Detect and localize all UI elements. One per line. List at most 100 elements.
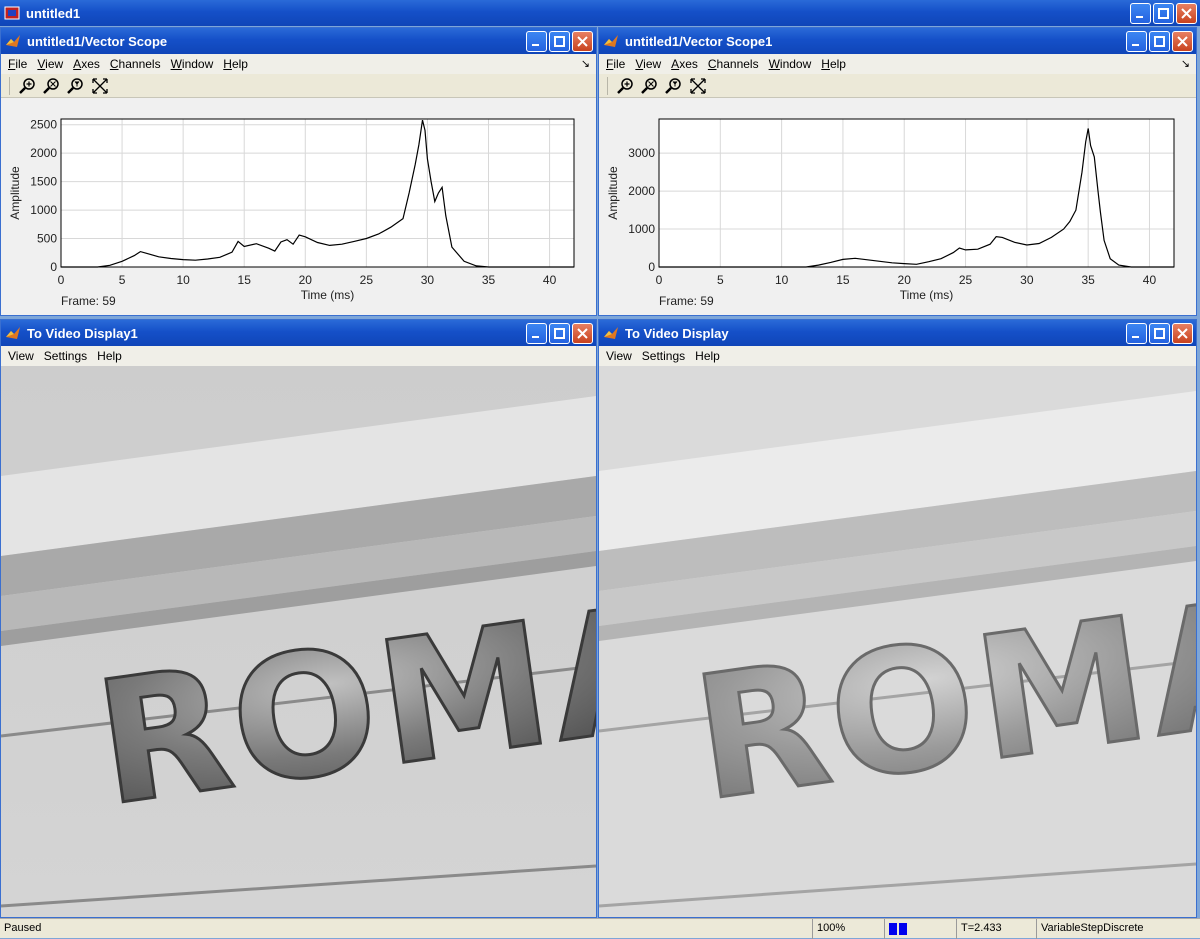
zoom-y-icon (665, 77, 681, 94)
menu-view[interactable]: View (630, 57, 666, 71)
status-progress (884, 919, 956, 939)
matlab-icon (604, 327, 618, 339)
status-state: Paused (4, 922, 42, 934)
menu-window[interactable]: Window (166, 57, 219, 71)
x-tick-label: 15 (238, 273, 252, 287)
menu-channels[interactable]: Channels (105, 57, 166, 71)
scope-2-minimize-button[interactable] (1126, 30, 1147, 52)
app-title: untitled1 (26, 5, 81, 21)
video-2-close-button[interactable] (1172, 322, 1193, 344)
scope-1-toolbar (1, 74, 596, 98)
x-tick-label: 25 (360, 273, 374, 287)
scope-2-title-bar: untitled1/Vector Scope1 (599, 28, 1196, 54)
menu-window[interactable]: Window (764, 57, 817, 71)
scope-1-title-bar: untitled1/Vector Scope (1, 28, 596, 54)
zoom-x-icon (641, 77, 657, 94)
scope-2-close-button[interactable] (1172, 30, 1193, 52)
menu-file[interactable]: File (601, 57, 630, 71)
plot-background (658, 118, 1175, 268)
scope-1-chart[interactable]: 0 5 10 15 20 25 30 35 40 0 500 1000 1500 2000 2500 Time… (1, 98, 596, 316)
menu-settings[interactable]: Settings (637, 349, 690, 363)
video-1-maximize-button[interactable] (549, 322, 570, 344)
menu-help[interactable]: Help (690, 349, 725, 363)
zoom-in-icon (19, 77, 35, 94)
close-icon (1181, 7, 1192, 19)
menu-file[interactable]: File (3, 57, 32, 71)
maximize-icon (1154, 35, 1165, 47)
scope-2-maximize-button[interactable] (1149, 30, 1170, 52)
status-zoom: 100% (812, 919, 884, 939)
x-tick-label: 15 (836, 273, 850, 287)
app-close-button[interactable] (1176, 2, 1197, 24)
scope-1-close-button[interactable] (572, 30, 593, 52)
menu-axes[interactable]: Axes (68, 57, 105, 71)
close-icon (1177, 35, 1188, 47)
video-2-menubar: View Settings Help (599, 346, 1196, 366)
x-tick-label: 35 (482, 273, 496, 287)
y-axis-label: Amplitude (8, 166, 22, 220)
scope-1-frame-label: Frame: 59 (61, 294, 116, 308)
zoom-x-button[interactable] (640, 76, 660, 96)
app-minimize-button[interactable] (1130, 2, 1151, 24)
app-title-bar: untitled1 (0, 0, 1200, 26)
zoom-in-button[interactable] (616, 76, 636, 96)
app-maximize-button[interactable] (1153, 2, 1174, 24)
menu-view[interactable]: View (32, 57, 68, 71)
scope-2-plot-area: 0 5 10 15 20 25 30 35 40 0 1000 2000 3000 Time (ms) Am… (599, 98, 1196, 316)
zoom-in-button[interactable] (18, 76, 38, 96)
y-tick-label: 3000 (628, 146, 655, 160)
y-tick-label: 1000 (628, 222, 655, 236)
menu-view[interactable]: View (3, 349, 39, 363)
x-tick-label: 20 (299, 273, 313, 287)
x-axis-label: Time (ms) (900, 288, 954, 302)
x-tick-label: 5 (119, 273, 126, 287)
video-1-minimize-button[interactable] (526, 322, 547, 344)
menu-view[interactable]: View (601, 349, 637, 363)
y-tick-label: 2000 (30, 146, 57, 160)
menu-channels[interactable]: Channels (703, 57, 764, 71)
close-icon (1177, 327, 1188, 339)
maximize-icon (554, 327, 565, 339)
matlab-icon (604, 35, 618, 47)
autoscale-icon (92, 77, 108, 94)
zoom-y-button[interactable] (66, 76, 86, 96)
zoom-y-button[interactable] (664, 76, 684, 96)
y-tick-label: 0 (50, 260, 57, 274)
scope-1-menubar: File View Axes Channels Window Help ↘ (1, 54, 596, 74)
menu-help[interactable]: Help (218, 57, 253, 71)
x-tick-label: 35 (1081, 273, 1095, 287)
video-1-close-button[interactable] (572, 322, 593, 344)
menubar-dock-arrow-icon[interactable]: ↘ (581, 57, 590, 70)
close-icon (577, 35, 588, 47)
scope-window-1: untitled1/Vector Scope File View Axes Ch… (0, 27, 597, 316)
menubar-dock-arrow-icon[interactable]: ↘ (1181, 57, 1190, 70)
video-1-image: ROMA (1, 366, 596, 917)
menu-help[interactable]: Help (816, 57, 851, 71)
scope-2-frame-label: Frame: 59 (659, 294, 714, 308)
status-time: T=2.433 (956, 919, 1036, 939)
minimize-icon (1132, 43, 1139, 46)
scope-1-minimize-button[interactable] (526, 30, 547, 52)
y-tick-label: 1500 (30, 175, 57, 189)
menu-axes[interactable]: Axes (666, 57, 703, 71)
video-1-menubar: View Settings Help (1, 346, 596, 366)
status-bar: Paused 100% T=2.433 VariableStepDiscrete (0, 918, 1200, 939)
autoscale-button[interactable] (90, 76, 110, 96)
menu-help[interactable]: Help (92, 349, 127, 363)
x-tick-label: 25 (959, 273, 973, 287)
menu-settings[interactable]: Settings (39, 349, 92, 363)
autoscale-icon (690, 77, 706, 94)
zoom-x-button[interactable] (42, 76, 62, 96)
scope-2-chart[interactable]: 0 5 10 15 20 25 30 35 40 0 1000 2000 3000 Time (ms) Am… (599, 98, 1196, 316)
minimize-icon (532, 43, 539, 46)
autoscale-button[interactable] (688, 76, 708, 96)
y-tick-label: 500 (37, 232, 57, 246)
scope-1-maximize-button[interactable] (549, 30, 570, 52)
video-window-1: To Video Display1 View Settings Help ROM… (0, 319, 597, 918)
x-tick-label: 10 (775, 273, 789, 287)
maximize-icon (1158, 7, 1169, 19)
video-2-minimize-button[interactable] (1126, 322, 1147, 344)
minimize-icon (1132, 335, 1139, 338)
video-2-maximize-button[interactable] (1149, 322, 1170, 344)
y-axis-label: Amplitude (606, 166, 620, 220)
